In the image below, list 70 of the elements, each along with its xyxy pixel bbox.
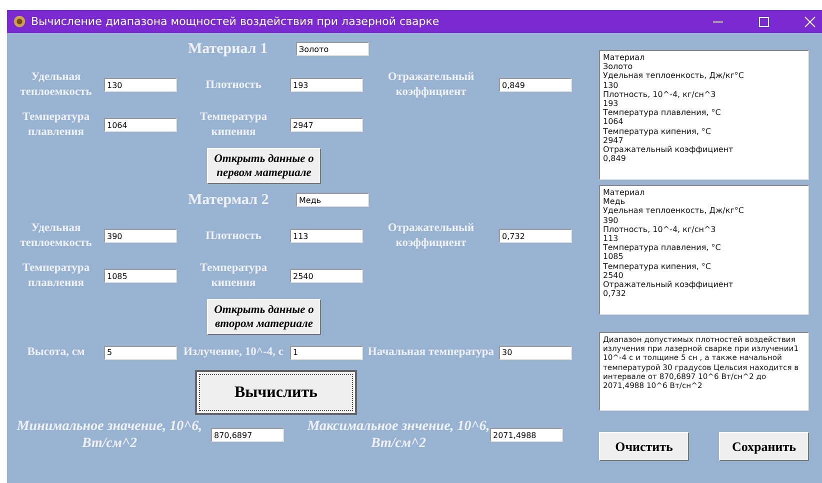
input-field[interactable]: 2947	[290, 118, 363, 132]
info-line: Температура кипения, °С	[603, 126, 711, 136]
info-line: Температура кипения, °С	[603, 262, 711, 271]
info-line: Температура плавления, °С	[603, 108, 721, 118]
info-line: 193	[603, 99, 618, 108]
info-line: Медь	[603, 197, 626, 206]
input-field[interactable]: 1	[290, 346, 363, 360]
material-heading: Материал 1	[188, 40, 269, 58]
info-line: 2540	[603, 270, 624, 280]
input-field[interactable]: 1064	[104, 118, 177, 132]
field-label: Температура плавления	[21, 261, 91, 291]
info-line: Отражательный коэффициент	[603, 280, 734, 290]
open-data-button[interactable]: Открыть данные о первом материале	[207, 148, 321, 184]
result-label: Максимальное знчение, 10^6, Вт/см^2	[307, 418, 490, 452]
app-icon	[13, 15, 26, 28]
info-line: 0,732	[603, 289, 626, 298]
input-field[interactable]: 30	[499, 346, 572, 360]
info-line: 1064	[603, 117, 624, 127]
action-button[interactable]: Очистить	[599, 432, 689, 461]
input-field[interactable]: 0,732	[499, 229, 572, 243]
field-label: Отражательный коэффициент	[386, 70, 476, 100]
field-label: Начальная температура	[366, 345, 496, 360]
input-field[interactable]: 193	[290, 78, 363, 92]
info-line: 130	[603, 80, 618, 90]
close-icon[interactable]	[804, 16, 816, 28]
input-field[interactable]: 0,849	[499, 78, 572, 92]
action-button[interactable]: Сохранить	[719, 432, 809, 461]
material-name-field[interactable]: Золото	[296, 42, 369, 56]
info-line: Отражательный коэффициент	[603, 145, 734, 154]
input-field[interactable]: 130	[104, 78, 177, 92]
info-line: Золото	[603, 62, 633, 72]
info-line: 390	[603, 216, 618, 225]
material-info-textbox[interactable]: Материал Золото Удельная теплоенкость, Дж/кг°С 130 Плотность, 10^-4, кг/сн^3 193 Температура плавления, °С 1064 Температура кипения, °С 2947 Отражательный коэффициент 0,849	[599, 50, 809, 180]
field-label: Плотность	[204, 228, 262, 244]
info-line: Плотность, 10^-4, кг/сн^3	[603, 224, 716, 234]
field-label: Высота, см	[26, 345, 86, 360]
field-label: Удельная теплоемкость	[19, 221, 93, 251]
result-textbox[interactable]	[599, 332, 809, 411]
field-label: Температура плавления	[21, 110, 91, 140]
field-label: Отражательный коэффициент	[386, 221, 476, 251]
input-field[interactable]: 2540	[290, 269, 363, 283]
info-line: Материал	[603, 188, 645, 198]
info-line: Удельная теплоенкость, Дж/кг°С	[603, 71, 744, 81]
material-name-field[interactable]: Медь	[296, 193, 369, 207]
material-info-textbox[interactable]: Материал Медь Удельная теплоенкость, Дж/кг°С 390 Плотность, 10^-4, кг/сн^3 113 Температура плавления, °С 1085 Температура кипения, °С 2540 Отражательный коэффициент 0,732	[599, 185, 809, 315]
info-line: 113	[603, 234, 618, 244]
field-label: Температура кипения	[198, 261, 268, 291]
info-line: 2947	[603, 136, 624, 146]
material-heading: Матермал 2	[188, 192, 270, 208]
input-field[interactable]: 113	[290, 229, 363, 243]
input-field[interactable]: 1085	[104, 269, 177, 283]
maximize-icon[interactable]	[758, 16, 770, 28]
info-line: Удельная теплоенкость, Дж/кг°С	[603, 206, 744, 216]
field-label: Температура кипения	[198, 110, 268, 140]
info-line: Материал	[603, 53, 645, 62]
field-label: Удельная теплоемкость	[19, 70, 93, 100]
result-field[interactable]: 870,6897	[211, 428, 284, 442]
result-label: Минимальное значение, 10^6, Вт/см^2	[16, 418, 204, 452]
open-data-button[interactable]: Открыть данные о втором материале	[207, 299, 321, 335]
input-field[interactable]: 390	[104, 229, 177, 243]
calculate-button[interactable]: Вычислить	[195, 370, 357, 415]
input-field[interactable]: 5	[104, 346, 177, 360]
result-field[interactable]: 2071,4988	[490, 428, 563, 442]
field-label: Плотность	[204, 78, 262, 92]
info-line: 1085	[603, 252, 624, 262]
field-label: Излучение, 10^-4, с	[182, 345, 285, 360]
info-line: 0,849	[603, 154, 626, 164]
info-line: Температура плавления, °С	[603, 243, 721, 252]
info-line: Плотность, 10^-4, кг/сн^3	[603, 90, 716, 100]
window-title: Вычисление диапазона мощностей воздействия при лазерной сварке	[31, 15, 440, 28]
